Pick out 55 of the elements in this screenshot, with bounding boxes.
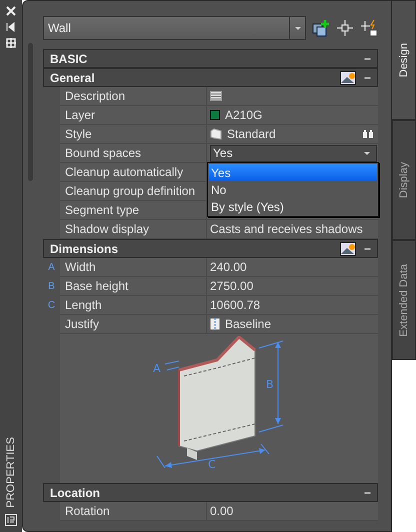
property-label: Description bbox=[60, 87, 207, 106]
dimension-marker: A bbox=[48, 262, 55, 273]
section-header[interactable]: Location − bbox=[43, 483, 378, 502]
dimension-marker: B bbox=[48, 281, 55, 292]
palette-title: PROPERTIES bbox=[5, 437, 17, 508]
property-label: Style bbox=[60, 125, 207, 144]
property-label: Cleanup group definition bbox=[60, 182, 207, 201]
property-label: Width bbox=[60, 258, 207, 277]
property-label: Bound spaces bbox=[60, 144, 207, 163]
side-tab[interactable]: Extended Data bbox=[392, 240, 416, 360]
settings-icon bbox=[6, 38, 16, 48]
quick-select-icon bbox=[360, 19, 378, 37]
dimension-label: C bbox=[208, 458, 216, 470]
property-label: Rotation bbox=[60, 502, 207, 521]
side-tab[interactable]: Display bbox=[392, 120, 416, 240]
image-icon bbox=[340, 242, 356, 256]
section-header[interactable]: BASIC − bbox=[43, 49, 378, 68]
caret-icon bbox=[363, 150, 371, 156]
dimension-marker: C bbox=[48, 300, 56, 311]
binoculars-icon bbox=[362, 129, 374, 139]
style-value: Standard bbox=[227, 127, 277, 141]
image-icon bbox=[340, 70, 356, 84]
property-label: Justify bbox=[60, 315, 207, 334]
dropdown-option[interactable]: By style (Yes) bbox=[209, 198, 377, 215]
caret-icon bbox=[294, 26, 302, 30]
property-label: Layer bbox=[60, 106, 207, 125]
dimension-label: A bbox=[153, 362, 161, 374]
property-value: Casts and receives shadows bbox=[207, 220, 378, 239]
property-label: Shadow display bbox=[60, 220, 207, 239]
dimension-label: B bbox=[266, 378, 274, 390]
justify-icon bbox=[210, 318, 220, 330]
object-type-select[interactable]: Wall bbox=[43, 16, 306, 40]
property-value: 2750.00 bbox=[207, 277, 378, 296]
property-label: Cleanup automatically bbox=[60, 163, 207, 182]
crosshair-icon bbox=[336, 19, 354, 37]
dropdown-option[interactable]: Yes bbox=[209, 164, 377, 181]
close-icon bbox=[6, 6, 16, 16]
property-value: 0.00 bbox=[207, 502, 378, 521]
pin-icon bbox=[6, 22, 16, 32]
property-label: Length bbox=[60, 296, 207, 315]
properties-icon bbox=[5, 514, 17, 526]
side-tab[interactable]: Design bbox=[392, 0, 416, 120]
dropdown-option[interactable]: No bbox=[209, 181, 377, 198]
property-value: 240.00 bbox=[207, 258, 378, 277]
add-selection-icon bbox=[312, 19, 330, 37]
table-icon bbox=[210, 91, 222, 101]
bound-spaces-select[interactable]: Yes bbox=[210, 144, 377, 162]
style-icon bbox=[210, 128, 222, 140]
justify-value: Baseline bbox=[225, 317, 272, 331]
property-label: Segment type bbox=[60, 201, 207, 220]
section-header[interactable]: General − bbox=[43, 68, 378, 87]
property-label: Base height bbox=[60, 277, 207, 296]
layer-value: A210G bbox=[225, 108, 262, 122]
property-value: 10600.78 bbox=[207, 296, 378, 315]
section-header[interactable]: Dimensions − bbox=[43, 239, 378, 258]
